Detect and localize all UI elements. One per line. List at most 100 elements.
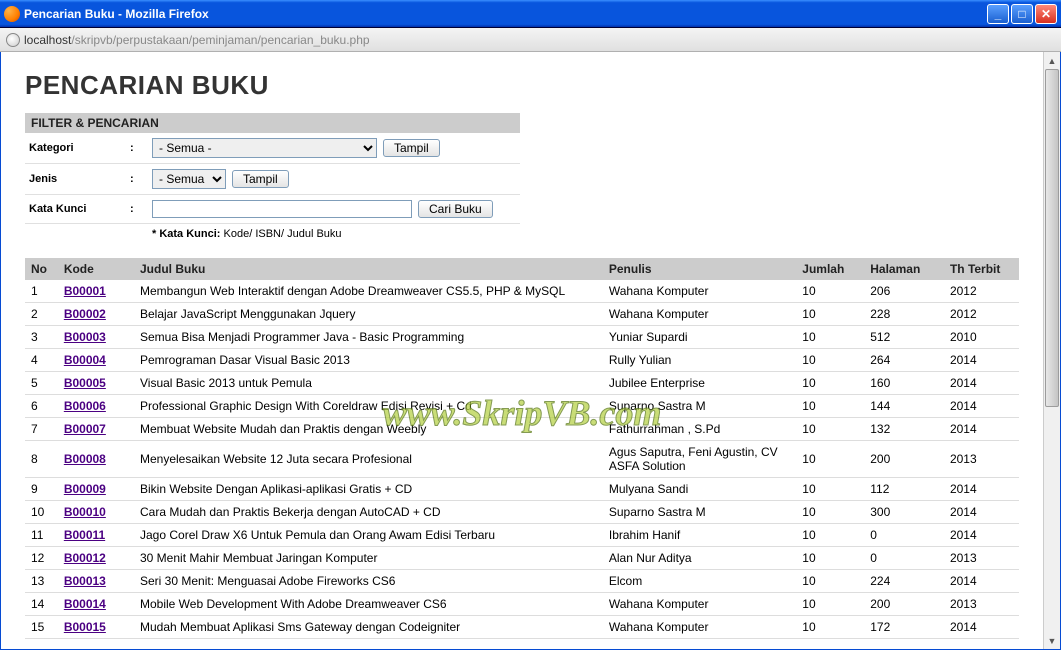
cell-no: 4 (25, 349, 58, 372)
cell-halaman: 206 (864, 280, 944, 303)
cell-jumlah: 10 (796, 616, 864, 639)
cell-penulis: Elcom (603, 570, 796, 593)
cell-penulis: Ibrahim Hanif (603, 524, 796, 547)
filter-row-jenis: Jenis : - Semua - Tampil (25, 164, 520, 195)
book-code-link[interactable]: B00012 (64, 551, 106, 565)
book-code-link[interactable]: B00003 (64, 330, 106, 344)
scroll-up-icon[interactable]: ▲ (1044, 52, 1061, 69)
cell-judul: Bikin Website Dengan Aplikasi-aplikasi G… (134, 478, 603, 501)
vertical-scrollbar[interactable]: ▲ ▼ (1043, 52, 1060, 649)
window-title: Pencarian Buku - Mozilla Firefox (24, 7, 987, 21)
cell-judul: Visual Basic 2013 untuk Pemula (134, 372, 603, 395)
tampil-kategori-button[interactable]: Tampil (383, 139, 440, 157)
th-judul: Judul Buku (134, 258, 603, 280)
cell-halaman: 224 (864, 570, 944, 593)
cell-halaman: 144 (864, 395, 944, 418)
cell-penulis: Jubilee Enterprise (603, 372, 796, 395)
book-code-link[interactable]: B00007 (64, 422, 106, 436)
cell-penulis: Suparno Sastra M (603, 501, 796, 524)
book-code-link[interactable]: B00011 (64, 528, 105, 542)
select-jenis[interactable]: - Semua - (152, 169, 226, 189)
window-minimize-button[interactable]: _ (987, 4, 1009, 24)
cell-penulis: Rully Yulian (603, 349, 796, 372)
th-halaman: Halaman (864, 258, 944, 280)
cell-th: 2014 (944, 395, 1019, 418)
book-code-link[interactable]: B00005 (64, 376, 106, 390)
cell-no: 13 (25, 570, 58, 593)
book-code-link[interactable]: B00009 (64, 482, 106, 496)
cell-th: 2010 (944, 326, 1019, 349)
cell-jumlah: 10 (796, 441, 864, 478)
cell-judul: Professional Graphic Design With Coreldr… (134, 395, 603, 418)
cell-jumlah: 10 (796, 418, 864, 441)
select-kategori[interactable]: - Semua - (152, 138, 377, 158)
table-row: 15B00015Mudah Membuat Aplikasi Sms Gatew… (25, 616, 1019, 639)
table-row: 1B00001Membangun Web Interaktif dengan A… (25, 280, 1019, 303)
cell-jumlah: 10 (796, 303, 864, 326)
cell-th: 2012 (944, 303, 1019, 326)
th-terbit: Th Terbit (944, 258, 1019, 280)
cell-halaman: 172 (864, 616, 944, 639)
book-code-link[interactable]: B00013 (64, 574, 106, 588)
cell-penulis: Suparno Sastra M (603, 395, 796, 418)
book-code-link[interactable]: B00015 (64, 620, 106, 634)
hint-row: * Kata Kunci: Kode/ ISBN/ Judul Buku (25, 224, 520, 244)
cell-halaman: 112 (864, 478, 944, 501)
book-code-link[interactable]: B00008 (64, 452, 106, 466)
cell-judul: Membuat Website Mudah dan Praktis dengan… (134, 418, 603, 441)
cell-penulis: Fathurrahman , S.Pd (603, 418, 796, 441)
table-row: 8B00008Menyelesaikan Website 12 Juta sec… (25, 441, 1019, 478)
url-host: localhost (24, 33, 71, 47)
cell-th: 2014 (944, 478, 1019, 501)
cell-jumlah: 10 (796, 372, 864, 395)
filter-panel: FILTER & PENCARIAN Kategori : - Semua - … (25, 113, 520, 244)
th-penulis: Penulis (603, 258, 796, 280)
scroll-track[interactable] (1044, 69, 1060, 632)
book-code-link[interactable]: B00004 (64, 353, 106, 367)
cell-no: 6 (25, 395, 58, 418)
window-maximize-button[interactable]: □ (1011, 4, 1033, 24)
window-close-button[interactable]: ✕ (1035, 4, 1057, 24)
cell-jumlah: 10 (796, 395, 864, 418)
scroll-thumb[interactable] (1045, 69, 1059, 407)
cell-penulis: Alan Nur Aditya (603, 547, 796, 570)
search-input[interactable] (152, 200, 412, 218)
globe-icon (6, 33, 20, 47)
cell-th: 2014 (944, 570, 1019, 593)
th-jumlah: Jumlah (796, 258, 864, 280)
table-row: 7B00007Membuat Website Mudah dan Praktis… (25, 418, 1019, 441)
cell-no: 5 (25, 372, 58, 395)
cell-th: 2014 (944, 616, 1019, 639)
cari-buku-button[interactable]: Cari Buku (418, 200, 493, 218)
firefox-icon (4, 6, 20, 22)
label-kategori: Kategori (25, 142, 130, 154)
cell-penulis: Yuniar Supardi (603, 326, 796, 349)
page-title: PENCARIAN BUKU (25, 70, 1019, 101)
cell-halaman: 160 (864, 372, 944, 395)
url-bar[interactable]: localhost/skripvb/perpustakaan/peminjama… (0, 28, 1061, 52)
book-code-link[interactable]: B00001 (64, 284, 106, 298)
cell-no: 15 (25, 616, 58, 639)
cell-th: 2014 (944, 418, 1019, 441)
book-code-link[interactable]: B00010 (64, 505, 106, 519)
cell-penulis: Wahana Komputer (603, 593, 796, 616)
cell-jumlah: 10 (796, 524, 864, 547)
scroll-down-icon[interactable]: ▼ (1044, 632, 1061, 649)
window-titlebar: Pencarian Buku - Mozilla Firefox _ □ ✕ (0, 0, 1061, 28)
cell-penulis: Wahana Komputer (603, 280, 796, 303)
cell-th: 2014 (944, 524, 1019, 547)
cell-halaman: 200 (864, 441, 944, 478)
cell-halaman: 200 (864, 593, 944, 616)
cell-th: 2012 (944, 280, 1019, 303)
book-code-link[interactable]: B00002 (64, 307, 106, 321)
table-row: 12B0001230 Menit Mahir Membuat Jaringan … (25, 547, 1019, 570)
cell-th: 2014 (944, 349, 1019, 372)
table-row: 6 B00006 Professional Graphic Design With … (25, 395, 1019, 418)
tampil-jenis-button[interactable]: Tampil (232, 170, 289, 188)
book-code-link[interactable]: B00014 (64, 597, 106, 611)
book-code-link[interactable]: B00006 (64, 399, 106, 413)
table-row: 3B00003Semua Bisa Menjadi Programmer Jav… (25, 326, 1019, 349)
cell-penulis: Wahana Komputer (603, 303, 796, 326)
cell-judul: Pemrograman Dasar Visual Basic 2013 (134, 349, 603, 372)
cell-th: 2013 (944, 547, 1019, 570)
